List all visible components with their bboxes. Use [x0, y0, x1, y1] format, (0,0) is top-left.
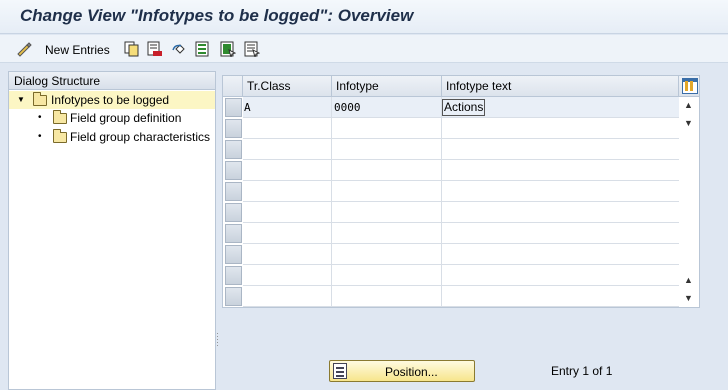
table-select-all-header[interactable] [223, 76, 243, 97]
table-row[interactable] [243, 139, 679, 160]
application-toolbar: New Entries [0, 35, 728, 63]
infotype-text-value: Actions [442, 99, 486, 116]
dialog-structure-panel: Dialog Structure ▼ Infotypes to be logge… [8, 71, 216, 390]
row-selector[interactable] [225, 119, 242, 138]
undo-icon[interactable] [172, 41, 188, 57]
row-selector[interactable] [225, 140, 242, 159]
column-divider [441, 97, 442, 307]
table-row[interactable] [243, 181, 679, 202]
dialog-structure-header: Dialog Structure [9, 72, 215, 90]
table-row[interactable] [243, 223, 679, 244]
table-row[interactable] [243, 265, 679, 286]
deselect-all-icon[interactable] [244, 41, 260, 57]
tree-item-field-group-characteristics[interactable]: • Field group characteristics [9, 128, 215, 146]
edit-pencil-icon[interactable] [16, 41, 32, 57]
bullet-icon: • [38, 131, 42, 142]
position-button[interactable]: Position... [329, 360, 475, 382]
column-header-infotype[interactable]: Infotype [332, 76, 442, 97]
row-selector[interactable] [225, 98, 242, 117]
row-selector[interactable] [225, 182, 242, 201]
cell-infotype-text[interactable]: Actions [442, 97, 486, 118]
entry-count-info: Entry 1 of 1 [551, 364, 613, 378]
cell-tr-class[interactable]: A [244, 97, 251, 118]
title-bar: Change View "Infotypes to be logged": Ov… [0, 0, 728, 34]
folder-icon [53, 110, 67, 124]
folder-icon [53, 129, 67, 143]
table-row[interactable] [243, 286, 679, 307]
folder-icon [33, 92, 47, 106]
scroll-up-icon[interactable]: ▲ [684, 100, 693, 110]
scroll-down-icon[interactable]: ▼ [684, 293, 693, 303]
tree-item-label: Field group characteristics [70, 130, 211, 144]
row-selector[interactable] [225, 203, 242, 222]
tree-item-label: Field group definition [70, 111, 182, 125]
column-header-tr-class[interactable]: Tr.Class [243, 76, 332, 97]
tree-item-field-group-definition[interactable]: • Field group definition [9, 109, 215, 127]
expand-arrow-icon[interactable]: ▼ [17, 91, 25, 109]
panel-splitter-handle[interactable]: · · · · · [216, 329, 219, 350]
row-selector[interactable] [225, 266, 242, 285]
copy-icon[interactable] [124, 41, 140, 57]
infotypes-table: Tr.Class Infotype Infotype text A 0000 A… [222, 75, 700, 308]
scroll-down-icon[interactable]: ▼ [684, 118, 693, 128]
table-row[interactable]: A 0000 Actions [243, 97, 679, 118]
cell-infotype[interactable]: 0000 [334, 97, 361, 118]
tree-item-label: Infotypes to be logged [51, 93, 170, 107]
position-icon [333, 363, 347, 379]
row-selector[interactable] [225, 245, 242, 264]
bullet-icon: • [38, 112, 42, 123]
table-row[interactable] [243, 160, 679, 181]
position-button-label: Position... [385, 365, 438, 379]
select-block-icon[interactable] [220, 41, 236, 57]
tree-item-infotypes-to-be-logged[interactable]: ▼ Infotypes to be logged [9, 91, 215, 109]
new-entries-button[interactable]: New Entries [45, 43, 110, 57]
table-row[interactable] [243, 202, 679, 223]
page-title: Change View "Infotypes to be logged": Ov… [20, 6, 414, 25]
scroll-up-icon[interactable]: ▲ [684, 275, 693, 285]
select-all-icon[interactable] [195, 41, 211, 57]
row-selector[interactable] [225, 224, 242, 243]
table-row[interactable] [243, 118, 679, 139]
row-selector[interactable] [225, 161, 242, 180]
column-divider [331, 97, 332, 307]
column-header-infotype-text[interactable]: Infotype text [442, 76, 679, 97]
delete-icon[interactable] [147, 41, 163, 57]
table-row[interactable] [243, 244, 679, 265]
table-settings-icon[interactable] [682, 78, 698, 94]
row-selector[interactable] [225, 287, 242, 306]
